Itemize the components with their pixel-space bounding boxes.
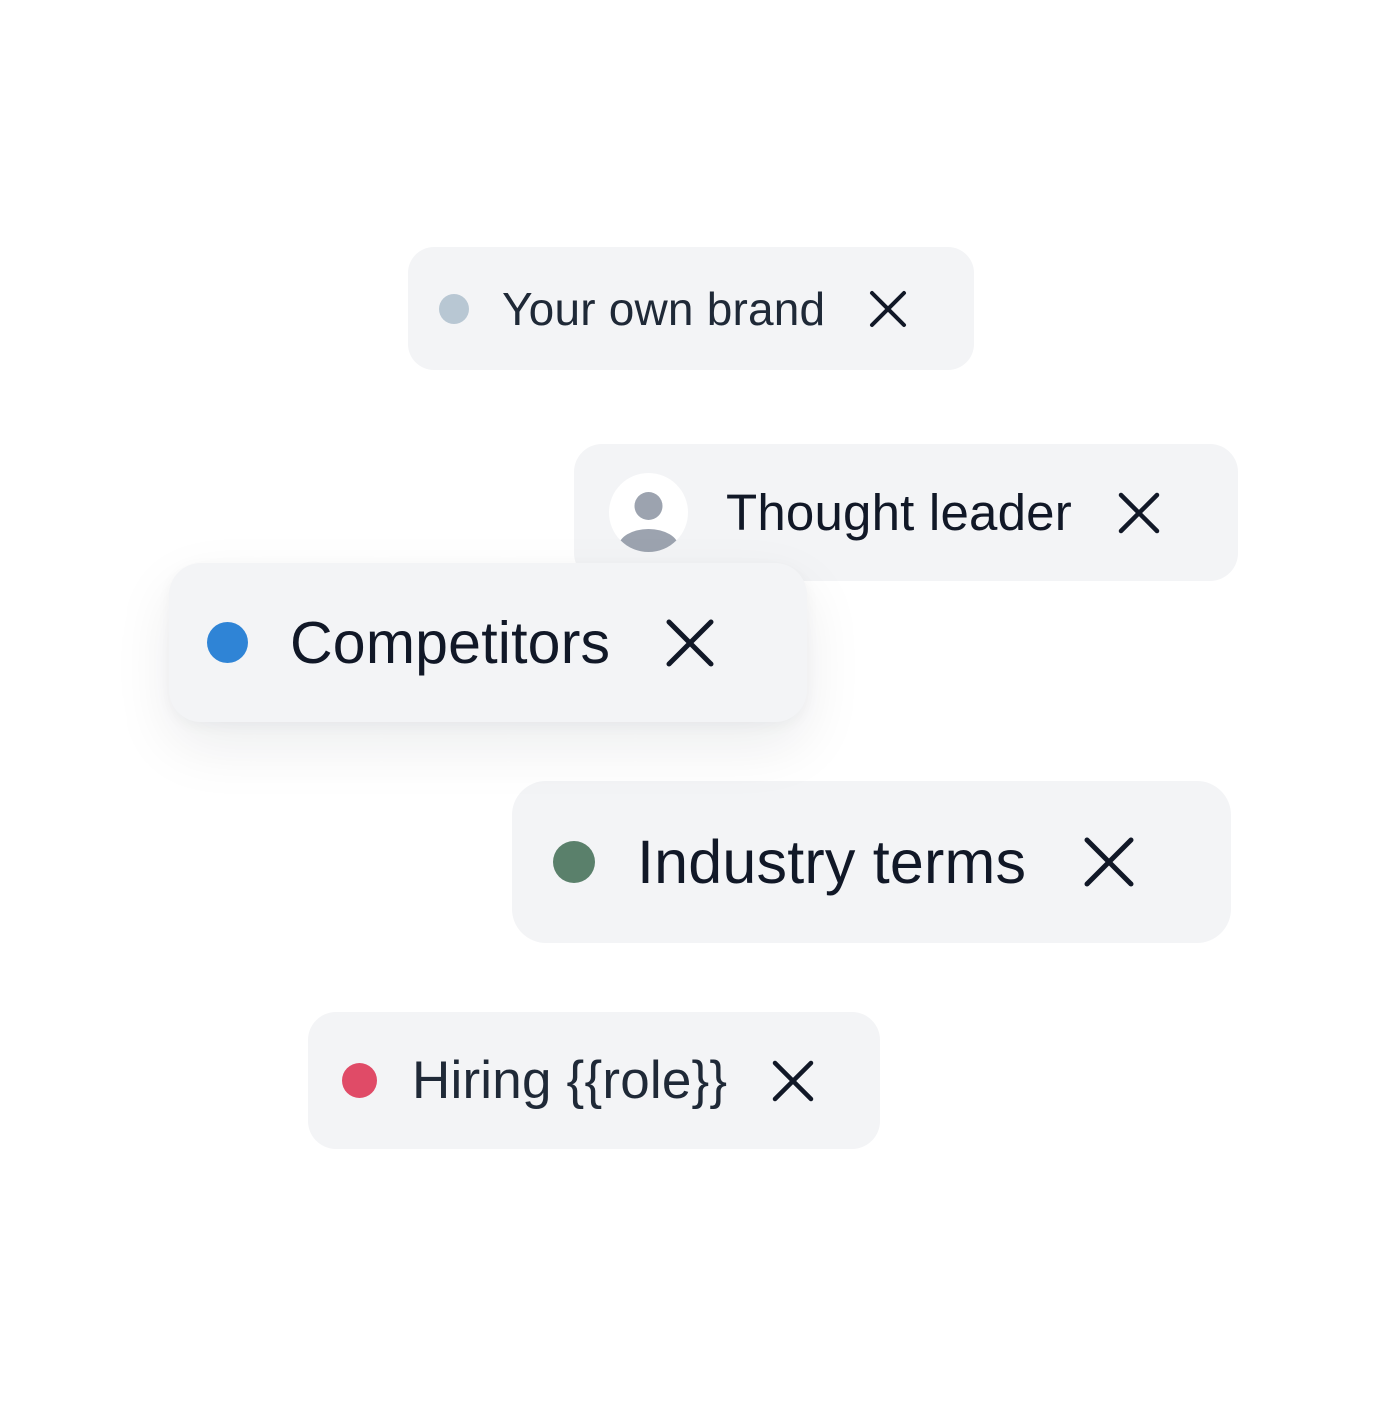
tag-chip-your-own-brand[interactable]: Your own brand: [408, 247, 974, 370]
color-dot: [342, 1063, 377, 1098]
close-icon[interactable]: [869, 290, 907, 328]
tag-chip-competitors[interactable]: Competitors: [169, 563, 807, 722]
tag-chip-hiring-role[interactable]: Hiring {{role}}: [308, 1012, 880, 1149]
person-icon: [618, 492, 679, 552]
color-dot: [207, 622, 248, 663]
tag-label: Industry terms: [637, 828, 1027, 896]
tag-label: Hiring {{role}}: [412, 1051, 728, 1110]
tag-chip-thought-leader[interactable]: Thought leader: [574, 444, 1238, 581]
tag-chip-industry-terms[interactable]: Industry terms: [512, 781, 1231, 943]
close-icon[interactable]: [772, 1060, 814, 1102]
tag-label: Your own brand: [502, 282, 826, 335]
color-dot: [439, 293, 469, 324]
close-icon[interactable]: [666, 619, 714, 667]
tag-label: Competitors: [290, 609, 611, 676]
close-icon[interactable]: [1084, 837, 1134, 887]
color-dot: [553, 841, 595, 883]
tag-label: Thought leader: [726, 484, 1072, 541]
avatar: [609, 473, 688, 552]
close-icon[interactable]: [1118, 492, 1160, 534]
